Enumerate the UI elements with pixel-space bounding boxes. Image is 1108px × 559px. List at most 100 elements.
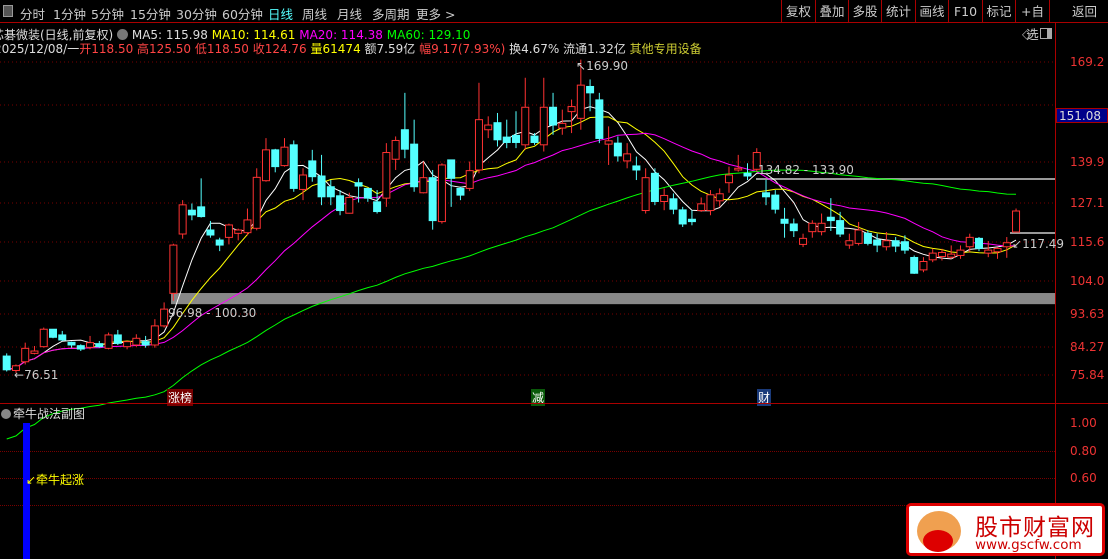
candle-up bbox=[937, 251, 946, 257]
signal-label: ↙牵牛起涨 bbox=[26, 473, 85, 487]
candle-up bbox=[169, 244, 178, 294]
sub-chart-title: 牵牛战法副图 bbox=[0, 405, 85, 422]
candle-up bbox=[160, 308, 169, 327]
candle-up bbox=[539, 106, 548, 146]
check-icon[interactable] bbox=[1, 409, 11, 419]
candle-up bbox=[484, 124, 493, 131]
candle-up bbox=[697, 203, 706, 212]
candle-up bbox=[345, 196, 354, 214]
candle-up bbox=[437, 164, 446, 223]
candle-down bbox=[289, 144, 298, 189]
candle-up bbox=[854, 229, 863, 244]
axis-label: 115.6 bbox=[1070, 235, 1105, 249]
candle-up bbox=[261, 149, 270, 182]
candle-down bbox=[428, 177, 437, 222]
candle-down bbox=[215, 239, 224, 246]
candle-up bbox=[1002, 242, 1011, 248]
candle-up bbox=[576, 84, 585, 119]
candle-down bbox=[49, 328, 57, 338]
candle-up bbox=[243, 219, 252, 234]
grid-line bbox=[0, 478, 1055, 479]
grid-line bbox=[0, 505, 1055, 506]
last-value: 117.49 bbox=[1022, 237, 1065, 251]
kline-chart[interactable] bbox=[0, 0, 1108, 559]
candle-down bbox=[549, 106, 558, 126]
support-zone bbox=[171, 293, 1055, 305]
candle-down bbox=[530, 135, 539, 143]
candle-down bbox=[669, 198, 678, 210]
candle-up bbox=[104, 334, 113, 349]
candle-up bbox=[521, 106, 530, 146]
candle-down bbox=[76, 345, 85, 350]
candle-up bbox=[419, 177, 428, 194]
sub-axis-label: 0.60 bbox=[1070, 471, 1097, 485]
candle-up bbox=[558, 122, 567, 129]
signal-bar bbox=[23, 423, 30, 559]
high-value: 169.90 bbox=[586, 59, 629, 73]
price-axis-line bbox=[1055, 23, 1056, 559]
candle-down bbox=[743, 172, 752, 177]
candle-down bbox=[2, 355, 11, 371]
candle-down bbox=[197, 206, 206, 218]
grid-line bbox=[0, 451, 1055, 452]
candle-down bbox=[678, 209, 687, 225]
candle-down bbox=[502, 136, 511, 143]
candle-down bbox=[762, 192, 771, 198]
panel-divider[interactable] bbox=[0, 403, 1108, 404]
candle-down bbox=[373, 201, 382, 213]
candle-down bbox=[512, 134, 520, 143]
candle-down bbox=[456, 187, 465, 196]
candle-down bbox=[410, 143, 419, 188]
candle-down bbox=[771, 194, 780, 210]
candle-down bbox=[363, 187, 372, 199]
axis-label: 75.84 bbox=[1070, 368, 1105, 382]
candle-up bbox=[252, 176, 261, 229]
candle-down bbox=[613, 142, 622, 157]
candle-down bbox=[326, 186, 335, 198]
candle-up bbox=[21, 347, 30, 363]
candle-down bbox=[206, 229, 215, 236]
candle-up bbox=[706, 194, 715, 212]
candle-up bbox=[299, 174, 308, 190]
candle-up bbox=[39, 328, 48, 348]
candle-down bbox=[58, 334, 67, 341]
axis-label: 139.9 bbox=[1070, 155, 1105, 169]
axis-label: 104.0 bbox=[1070, 274, 1105, 288]
ma60-line bbox=[6, 169, 1017, 440]
candle-up bbox=[660, 194, 669, 202]
candle-down bbox=[95, 343, 104, 348]
candle-down bbox=[493, 122, 502, 141]
candle-up bbox=[30, 350, 39, 354]
candle-up bbox=[567, 106, 576, 113]
candle-down bbox=[900, 241, 909, 251]
candle-up bbox=[928, 252, 937, 261]
candle-up bbox=[993, 247, 1002, 253]
candle-up bbox=[724, 174, 733, 184]
axis-label: 93.63 bbox=[1070, 307, 1105, 321]
axis-label: 127.1 bbox=[1070, 196, 1105, 210]
high-annotation: ↖169.90 bbox=[576, 59, 629, 73]
candle-down bbox=[67, 341, 76, 346]
sub-axis-label: 0.80 bbox=[1070, 444, 1097, 458]
candle-down bbox=[447, 159, 456, 179]
bull-logo-body-icon bbox=[923, 530, 953, 552]
candle-up bbox=[86, 342, 95, 348]
candle-down bbox=[586, 85, 595, 94]
axis-label: 84.27 bbox=[1070, 340, 1105, 354]
candle-up bbox=[799, 237, 808, 245]
candle-down bbox=[595, 99, 604, 139]
candle-up bbox=[919, 261, 928, 271]
candle-down bbox=[863, 232, 872, 244]
candle-up bbox=[641, 177, 650, 212]
axis-label: 169.2 bbox=[1070, 55, 1105, 69]
zone1-label: 96.98 - 100.30 bbox=[168, 306, 257, 320]
candle-up bbox=[947, 253, 956, 258]
candle-up bbox=[280, 146, 289, 167]
candle-down bbox=[975, 237, 983, 249]
candle-down bbox=[826, 216, 835, 222]
candle-up bbox=[965, 236, 974, 248]
sub-title-text: 牵牛战法副图 bbox=[13, 407, 86, 421]
watermark-url: www.gscfw.com bbox=[975, 537, 1082, 553]
candle-down bbox=[836, 220, 845, 235]
candle-down bbox=[789, 223, 798, 232]
